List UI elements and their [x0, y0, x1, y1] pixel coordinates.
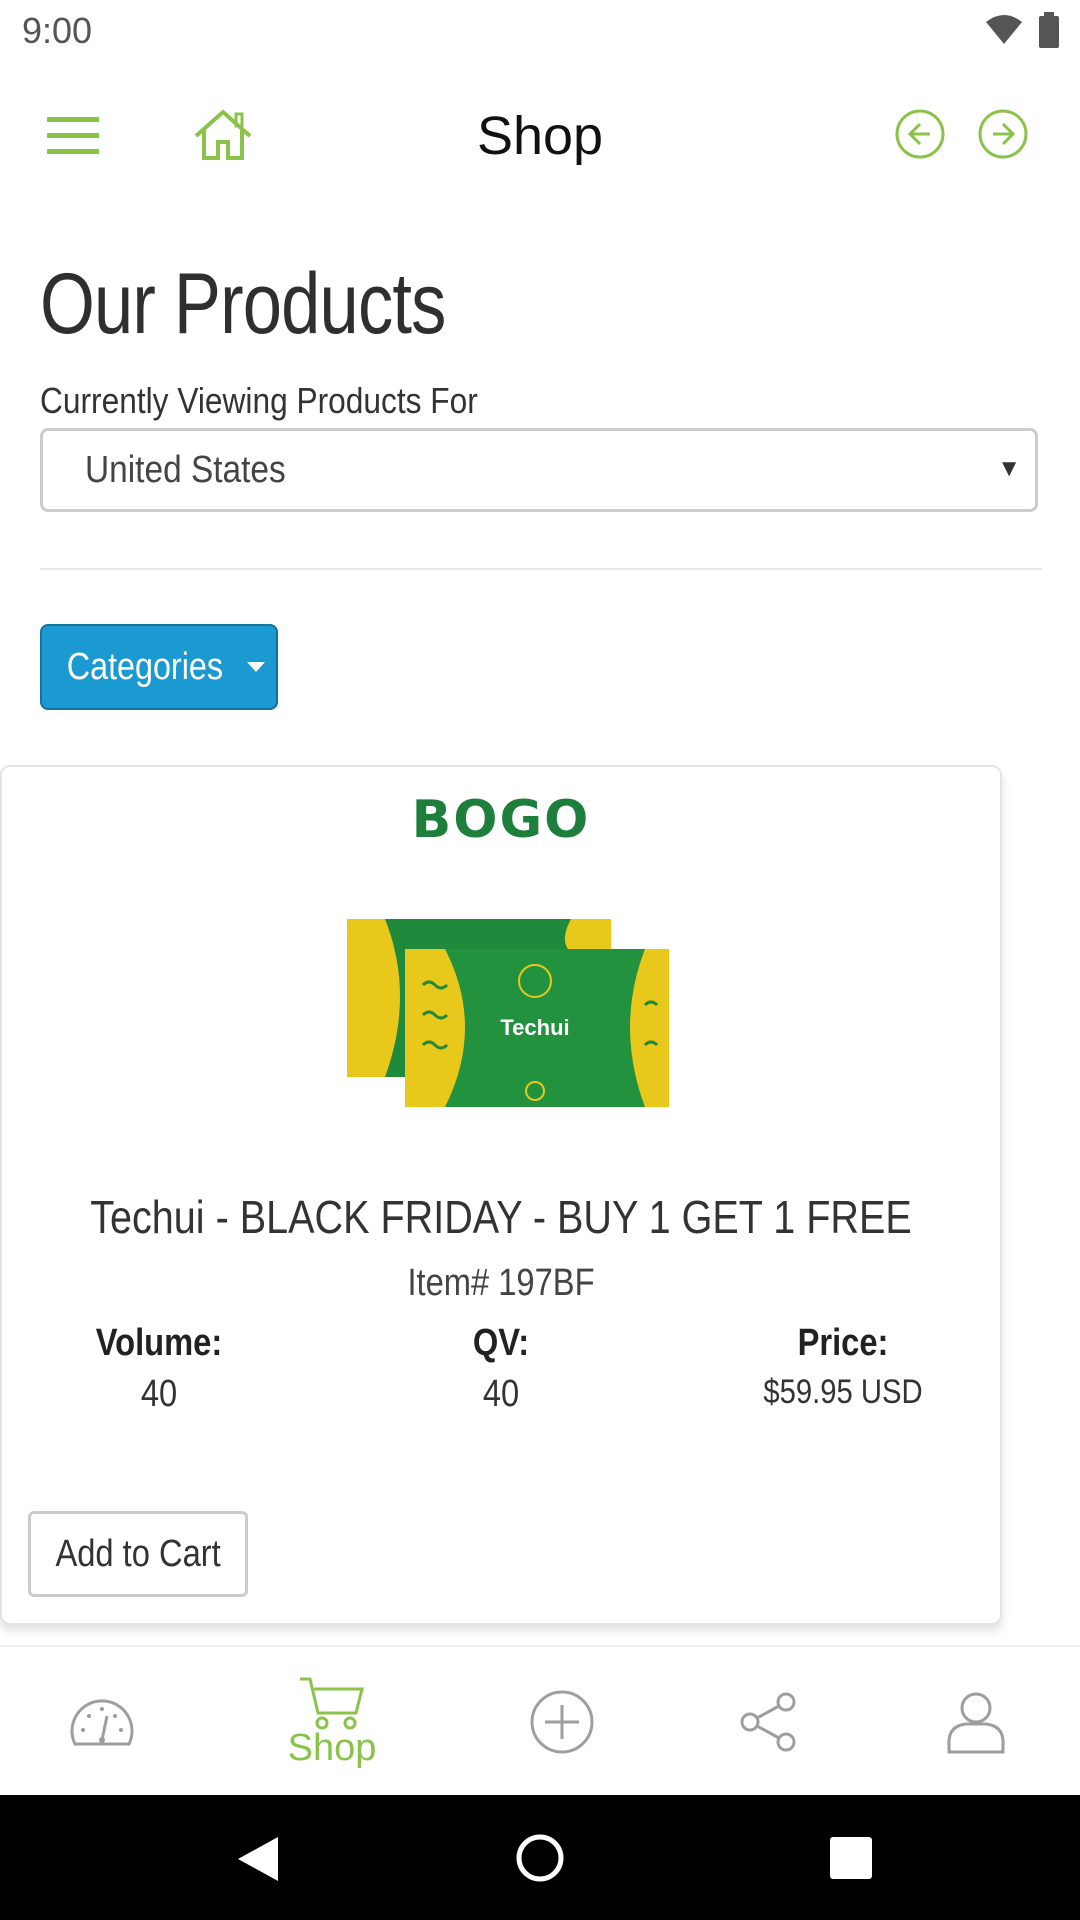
- volume-label: Volume:: [95, 1322, 223, 1364]
- divider: [40, 568, 1042, 570]
- caret-down-icon: [246, 662, 265, 672]
- recents-square-icon[interactable]: [830, 1837, 872, 1879]
- status-time: 9:00: [22, 10, 93, 51]
- country-select[interactable]: United States ▼: [40, 428, 1038, 512]
- add-to-cart-button[interactable]: Add to Cart: [28, 1511, 248, 1597]
- plus-circle-icon: [530, 1690, 594, 1754]
- price-stat: Price: $59.95 USD: [713, 1322, 973, 1412]
- tab-shop-label: Shop: [287, 1726, 377, 1769]
- user-icon: [947, 1692, 1005, 1754]
- tab-dashboard[interactable]: [52, 1647, 152, 1797]
- package-brand-text: Techui: [500, 1015, 569, 1040]
- system-navigation-bar: [0, 1795, 1080, 1920]
- volume-stat: Volume: 40: [29, 1322, 289, 1416]
- price-value: $59.95 USD: [763, 1373, 923, 1411]
- arrow-right-circle-icon: [978, 109, 1028, 159]
- back-button[interactable]: [893, 107, 947, 161]
- page-title: Our Products: [40, 256, 446, 352]
- price-label: Price:: [797, 1322, 889, 1364]
- tab-shop[interactable]: Shop: [272, 1647, 392, 1797]
- country-select-value: United States: [85, 448, 286, 491]
- status-icons: [984, 12, 1060, 48]
- categories-dropdown-button[interactable]: Categories: [40, 624, 278, 710]
- qv-value: 40: [482, 1373, 520, 1415]
- bottom-tab-bar: Shop: [0, 1645, 1080, 1797]
- wifi-icon: [986, 15, 1022, 44]
- tab-share[interactable]: [719, 1647, 819, 1797]
- product-image[interactable]: Techui: [345, 915, 675, 1120]
- home-circle-icon[interactable]: [515, 1833, 565, 1883]
- caret-down-icon: ▼: [997, 455, 1021, 482]
- item-number: Item# 197BF: [407, 1262, 595, 1304]
- arrow-left-circle-icon: [895, 109, 945, 159]
- product-name[interactable]: Techui - BLACK FRIDAY - BUY 1 GET 1 FREE: [70, 1190, 932, 1244]
- qv-stat: QV: 40: [371, 1322, 631, 1416]
- categories-label: Categories: [66, 645, 224, 688]
- volume-value: 40: [140, 1373, 178, 1415]
- tab-profile[interactable]: [926, 1647, 1026, 1797]
- forward-button[interactable]: [976, 107, 1030, 161]
- speedometer-icon: [70, 1699, 134, 1746]
- battery-icon: [1039, 12, 1059, 48]
- bogo-badge: BOGO: [411, 790, 591, 850]
- back-triangle-icon[interactable]: [238, 1837, 278, 1881]
- country-select-label: Currently Viewing Products For: [40, 380, 478, 421]
- add-to-cart-label: Add to Cart: [55, 1532, 221, 1575]
- share-icon: [740, 1692, 796, 1752]
- tab-add[interactable]: [512, 1647, 612, 1797]
- cart-icon: [300, 1677, 364, 1729]
- qv-label: QV:: [472, 1322, 530, 1364]
